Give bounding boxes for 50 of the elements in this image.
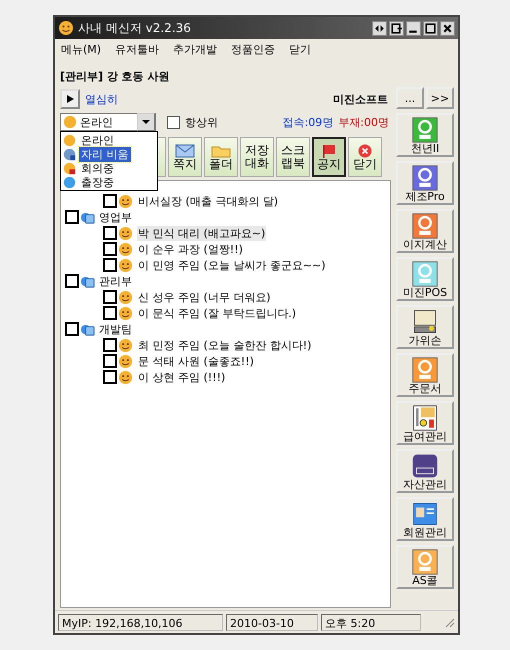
connected-count: 접속:09명 bbox=[282, 114, 334, 130]
menu-item[interactable]: 추가개발 bbox=[173, 42, 218, 60]
toolbar-button[interactable]: 폴더 bbox=[204, 137, 238, 177]
app-button[interactable]: 천년II bbox=[396, 113, 454, 157]
company-name: 미진소프트 bbox=[333, 92, 388, 106]
side-button[interactable]: ... bbox=[396, 87, 424, 109]
app-button[interactable]: 회원관리 bbox=[396, 497, 454, 541]
contact-name[interactable]: 비서실장 (매출 극대화의 달) bbox=[137, 194, 280, 208]
window-title: 사내 메신저 v2.2.36 bbox=[78, 20, 192, 36]
app-button[interactable]: 미진POS bbox=[396, 257, 454, 301]
app-button[interactable]: 가위손 bbox=[396, 305, 454, 349]
user-name: [관리부] 강 호동 사원 bbox=[60, 69, 171, 85]
menu-item[interactable]: 메뉴(M) bbox=[61, 42, 102, 60]
toolbar-button[interactable]: 닫기 bbox=[348, 137, 382, 177]
status-option[interactable]: 자리 비움 bbox=[79, 146, 130, 162]
contact-name[interactable]: 문 석태 사원 (술좋죠!!) bbox=[137, 354, 255, 368]
menu-item[interactable]: 유저툴바 bbox=[115, 42, 160, 60]
contact-name[interactable]: 박 민식 대리 (배고파요~) bbox=[137, 226, 266, 240]
app-button[interactable]: 이지계산 bbox=[396, 209, 454, 253]
app-button[interactable]: AS콜 bbox=[396, 545, 454, 589]
contact-name[interactable]: 이 순우 과장 (얼짱!!) bbox=[137, 242, 244, 256]
contact-name[interactable]: 이 문식 주임 (잘 부탁드립니다.) bbox=[137, 306, 298, 320]
always-on-top-label: 항상위 bbox=[185, 114, 218, 130]
contact-name[interactable]: 최 민정 주임 (오늘 술한잔 합시다!) bbox=[137, 338, 312, 352]
toolbar-button[interactable]: 쪽지 bbox=[168, 137, 202, 177]
toolbar-button[interactable]: 공지 bbox=[312, 137, 346, 177]
app-button[interactable]: 급여관리 bbox=[396, 401, 454, 445]
menu-item[interactable]: 정품인증 bbox=[231, 42, 276, 60]
status-field: MyIP: 192,168,10,106 bbox=[58, 614, 223, 630]
group-name[interactable]: 개발팀 bbox=[99, 322, 132, 336]
status-dropdown[interactable]: 온라인 bbox=[60, 113, 156, 131]
menu-item[interactable]: 닫기 bbox=[289, 42, 312, 60]
contact-name[interactable]: 이 민영 주임 (오늘 날씨가 좋군요~~) bbox=[137, 258, 326, 272]
contact-name[interactable]: 신 성우 주임 (너무 더워요) bbox=[137, 290, 272, 304]
status-option[interactable]: 출장중 bbox=[79, 174, 116, 190]
status-field: 2010-03-10 bbox=[226, 614, 318, 630]
status-option[interactable]: 회의중 bbox=[79, 160, 116, 176]
status-field: 오후 5:20 bbox=[321, 614, 421, 630]
contact-name[interactable]: 이 상현 주임 (!!!) bbox=[137, 370, 226, 384]
toolbar-button[interactable]: 스크 랩북 bbox=[276, 137, 310, 177]
group-name[interactable]: 관리부 bbox=[99, 274, 132, 288]
app-button[interactable]: 자산관리 bbox=[396, 449, 454, 493]
group-name[interactable]: 영업부 bbox=[99, 210, 132, 224]
toolbar-button[interactable]: 저장 대화 bbox=[240, 137, 274, 177]
status-option[interactable]: 온라인 bbox=[79, 132, 116, 148]
side-button[interactable]: >> bbox=[426, 87, 454, 109]
mood-message[interactable]: 열심히 bbox=[85, 92, 118, 106]
app-button[interactable]: 주문서 bbox=[396, 353, 454, 397]
away-count: 부재:00명 bbox=[338, 114, 389, 130]
app-button[interactable]: 제조Pro bbox=[396, 161, 454, 205]
